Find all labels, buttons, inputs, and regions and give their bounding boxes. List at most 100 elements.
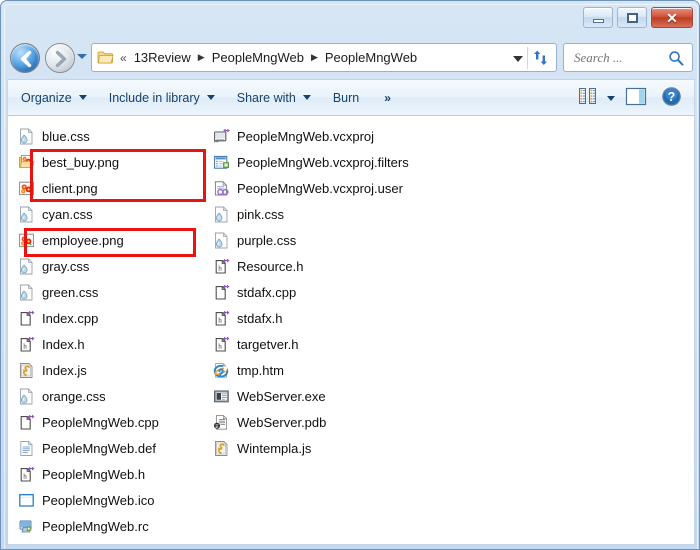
css-file-icon bbox=[18, 258, 35, 275]
chevron-down-icon[interactable] bbox=[607, 96, 615, 101]
css-file-icon bbox=[18, 388, 35, 405]
share-with-button[interactable]: Share with bbox=[228, 85, 320, 110]
include-in-library-button[interactable]: Include in library bbox=[100, 85, 224, 110]
breadcrumb-separator[interactable]: ▶ bbox=[311, 52, 318, 63]
forward-button[interactable] bbox=[45, 43, 75, 73]
file-list-item[interactable]: Wintempla.js bbox=[213, 435, 463, 461]
file-name: blue.css bbox=[42, 128, 90, 144]
file-column-1: blue.css best_buy.png client.png cyan.css em… bbox=[18, 123, 218, 539]
file-list-item[interactable]: PeopleMngWeb.ico bbox=[18, 487, 218, 513]
file-list-item[interactable]: client.png bbox=[18, 175, 218, 201]
file-name: purple.css bbox=[237, 232, 297, 248]
file-list-item[interactable]: PeopleMngWeb.vcxproj.filters bbox=[213, 149, 463, 175]
file-list-item[interactable]: stdafx.cpp bbox=[213, 279, 463, 305]
file-name: stdafx.cpp bbox=[237, 284, 297, 300]
file-list-item[interactable]: cyan.css bbox=[18, 201, 218, 227]
close-icon: ✕ bbox=[666, 9, 678, 26]
search-icon[interactable] bbox=[668, 50, 684, 71]
file-name: targetver.h bbox=[237, 336, 299, 352]
toolbar-overflow-button[interactable]: » bbox=[378, 91, 397, 105]
refresh-button[interactable] bbox=[532, 49, 552, 67]
js-script-icon bbox=[213, 440, 230, 457]
file-list-item[interactable]: employee.png bbox=[18, 227, 218, 253]
include-in-library-label: Include in library bbox=[108, 90, 200, 105]
window-controls: ✕ bbox=[583, 7, 693, 28]
close-button[interactable]: ✕ bbox=[651, 7, 693, 28]
change-view-button[interactable] bbox=[578, 87, 600, 110]
file-list-item[interactable]: PeopleMngWeb.rc bbox=[18, 513, 218, 539]
file-list-item[interactable]: PeopleMngWeb.vcxproj bbox=[213, 123, 463, 149]
file-name: pink.css bbox=[237, 206, 284, 222]
file-name: Index.cpp bbox=[42, 310, 99, 326]
file-list-item[interactable]: orange.css bbox=[18, 383, 218, 409]
breadcrumb-item-13review[interactable]: 13Review bbox=[132, 49, 193, 66]
file-list-item[interactable]: PeopleMngWeb.cpp bbox=[18, 409, 218, 435]
file-list-item[interactable]: WebServer.pdb bbox=[213, 409, 463, 435]
minimize-button[interactable] bbox=[583, 7, 613, 28]
chevron-down-icon[interactable] bbox=[513, 56, 523, 62]
file-list-item[interactable]: Index.js bbox=[18, 357, 218, 383]
breadcrumb-item-peoplemngweb-1[interactable]: PeopleMngWeb bbox=[210, 49, 306, 66]
help-button[interactable]: ? bbox=[661, 86, 682, 112]
address-divider bbox=[527, 47, 528, 69]
file-name: PeopleMngWeb.vcxproj.filters bbox=[237, 154, 409, 170]
breadcrumb-separator[interactable]: ▶ bbox=[198, 52, 205, 63]
file-list-item[interactable]: Resource.h bbox=[213, 253, 463, 279]
back-arrow-icon bbox=[20, 50, 32, 68]
file-list-item[interactable]: gray.css bbox=[18, 253, 218, 279]
maximize-button[interactable] bbox=[617, 7, 647, 28]
file-name: PeopleMngWeb.vcxproj bbox=[237, 128, 375, 144]
search-box[interactable] bbox=[563, 43, 693, 72]
file-list-item[interactable]: targetver.h bbox=[213, 331, 463, 357]
search-input[interactable] bbox=[572, 48, 662, 67]
file-list-item[interactable]: PeopleMngWeb.def bbox=[18, 435, 218, 461]
address-bar-row: « 13Review ▶ PeopleMngWeb ▶ PeopleMngWeb bbox=[1, 39, 699, 77]
organize-label: Organize bbox=[21, 90, 72, 105]
file-list-item[interactable]: pink.css bbox=[213, 201, 463, 227]
header-file-icon bbox=[213, 310, 230, 327]
file-list-item[interactable]: purple.css bbox=[213, 227, 463, 253]
preview-pane-button[interactable] bbox=[625, 87, 647, 111]
css-file-icon bbox=[213, 206, 230, 223]
text-file-icon bbox=[18, 440, 35, 457]
back-button[interactable] bbox=[10, 43, 40, 73]
file-name: best_buy.png bbox=[42, 154, 120, 170]
file-list-item[interactable]: green.css bbox=[18, 279, 218, 305]
file-list-pane[interactable]: h bbox=[7, 116, 695, 545]
file-list-item[interactable]: stdafx.h bbox=[213, 305, 463, 331]
breadcrumb-overflow[interactable]: « bbox=[120, 51, 127, 65]
chevron-down-icon bbox=[206, 95, 215, 100]
toolbar-right-group: ? bbox=[578, 80, 688, 117]
css-file-icon bbox=[18, 128, 35, 145]
recent-pages-button[interactable] bbox=[77, 54, 87, 59]
file-list-item[interactable]: Index.cpp bbox=[18, 305, 218, 331]
file-list-item[interactable]: Index.h bbox=[18, 331, 218, 357]
burn-button[interactable]: Burn bbox=[324, 85, 368, 110]
file-list-item[interactable]: tmp.htm bbox=[213, 357, 463, 383]
exe-file-icon bbox=[213, 388, 230, 405]
file-list-item[interactable]: best_buy.png bbox=[18, 149, 218, 175]
organize-button[interactable]: Organize bbox=[12, 85, 96, 110]
explorer-window: ✕ « 13Review ▶ PeopleMngWeb ▶ PeopleMngW… bbox=[0, 0, 700, 550]
forward-arrow-icon bbox=[55, 50, 67, 68]
breadcrumb-item-peoplemngweb-2[interactable]: PeopleMngWeb bbox=[323, 49, 419, 66]
cpp-file-icon bbox=[213, 284, 230, 301]
chevron-down-icon bbox=[78, 95, 87, 100]
view-options-icon bbox=[579, 88, 596, 104]
file-list-item[interactable]: WebServer.exe bbox=[213, 383, 463, 409]
file-name: green.css bbox=[42, 284, 99, 300]
file-list-item[interactable]: PeopleMngWeb.h bbox=[18, 461, 218, 487]
file-name: orange.css bbox=[42, 388, 106, 404]
html-file-icon bbox=[213, 362, 230, 379]
file-name: gray.css bbox=[42, 258, 90, 274]
header-file-icon bbox=[18, 466, 35, 483]
file-list-item[interactable]: blue.css bbox=[18, 123, 218, 149]
file-name: PeopleMngWeb.def bbox=[42, 440, 156, 456]
folder-icon bbox=[97, 50, 114, 65]
js-script-icon bbox=[18, 362, 35, 379]
vcxproj-file-icon bbox=[213, 128, 230, 145]
chevron-down-icon bbox=[302, 95, 311, 100]
address-bar[interactable]: « 13Review ▶ PeopleMngWeb ▶ PeopleMngWeb bbox=[91, 43, 557, 72]
preview-pane-icon bbox=[625, 87, 647, 105]
file-list-item[interactable]: PeopleMngWeb.vcxproj.user bbox=[213, 175, 463, 201]
